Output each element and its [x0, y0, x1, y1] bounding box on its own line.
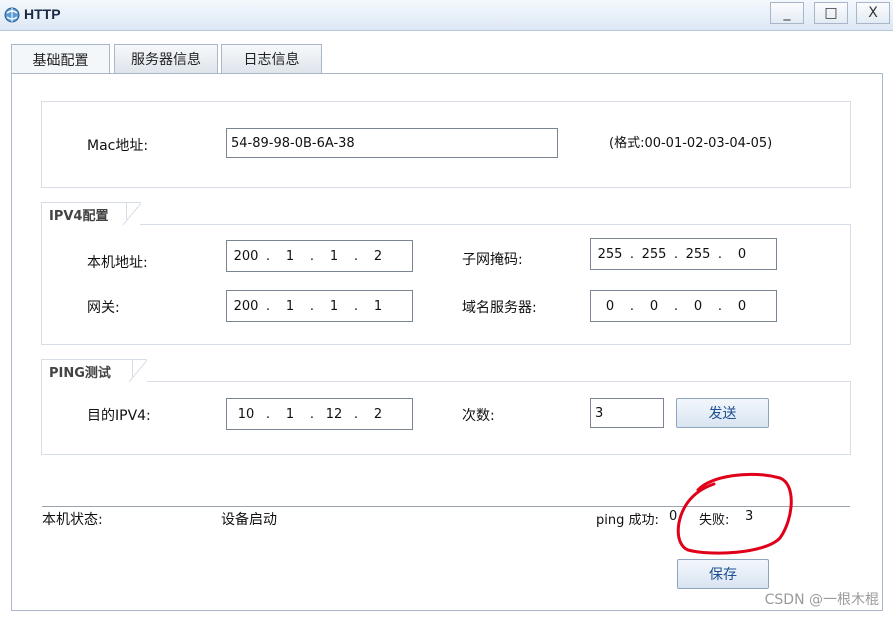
ping-group-title: PING测试 — [41, 359, 147, 384]
title-bar: HTTP _ □ X — [0, 0, 893, 31]
maximize-button[interactable]: □ — [814, 2, 848, 24]
window-title: HTTP — [24, 6, 61, 22]
ipv4-group-title: IPV4配置 — [41, 202, 141, 227]
mac-label: Mac地址: — [87, 138, 149, 154]
status-value: 设备启动 — [221, 512, 277, 528]
ping-count-label: 次数: — [462, 408, 495, 424]
subnet-mask-field[interactable]: 255. 255. 255. 0 — [590, 238, 777, 270]
tab-label: 基础配置 — [32, 52, 89, 69]
dns-label: 域名服务器: — [462, 300, 537, 316]
tab-basic-config[interactable]: 基础配置 — [11, 44, 110, 74]
local-ip-field[interactable]: 200. 1. 1. 2 — [226, 240, 413, 272]
status-label: 本机状态: — [42, 512, 103, 528]
dest-ipv4-label: 目的IPV4: — [87, 408, 151, 424]
ping-count-field[interactable]: 3 — [590, 398, 664, 428]
red-circle-annotation — [676, 472, 793, 555]
watermark-text: CSDN @一根木棍 — [764, 592, 879, 608]
network-globe-icon — [4, 7, 20, 23]
subnet-mask-label: 子网掩码: — [462, 252, 523, 268]
close-button[interactable]: X — [856, 2, 890, 24]
mac-address-field[interactable]: 54-89-98-0B-6A-38 — [226, 128, 558, 158]
local-ip-label: 本机地址: — [87, 255, 148, 271]
tab-log-info[interactable]: 日志信息 — [221, 44, 322, 73]
save-button[interactable]: 保存 — [677, 559, 769, 589]
gateway-field[interactable]: 200. 1. 1. 1 — [226, 290, 413, 322]
send-button[interactable]: 发送 — [676, 398, 769, 428]
gateway-label: 网关: — [87, 300, 120, 316]
ping-success-label: ping 成功: — [596, 513, 659, 528]
dest-ipv4-field[interactable]: 10. 1. 12. 2 — [226, 398, 413, 430]
tab-server-info[interactable]: 服务器信息 — [114, 44, 218, 73]
dns-field[interactable]: 0. 0. 0. 0 — [590, 290, 777, 322]
mac-format-hint: (格式:00-01-02-03-04-05) — [609, 136, 773, 151]
minimize-button[interactable]: _ — [770, 2, 804, 24]
tab-label: 服务器信息 — [131, 52, 201, 68]
tab-label: 日志信息 — [243, 52, 300, 68]
